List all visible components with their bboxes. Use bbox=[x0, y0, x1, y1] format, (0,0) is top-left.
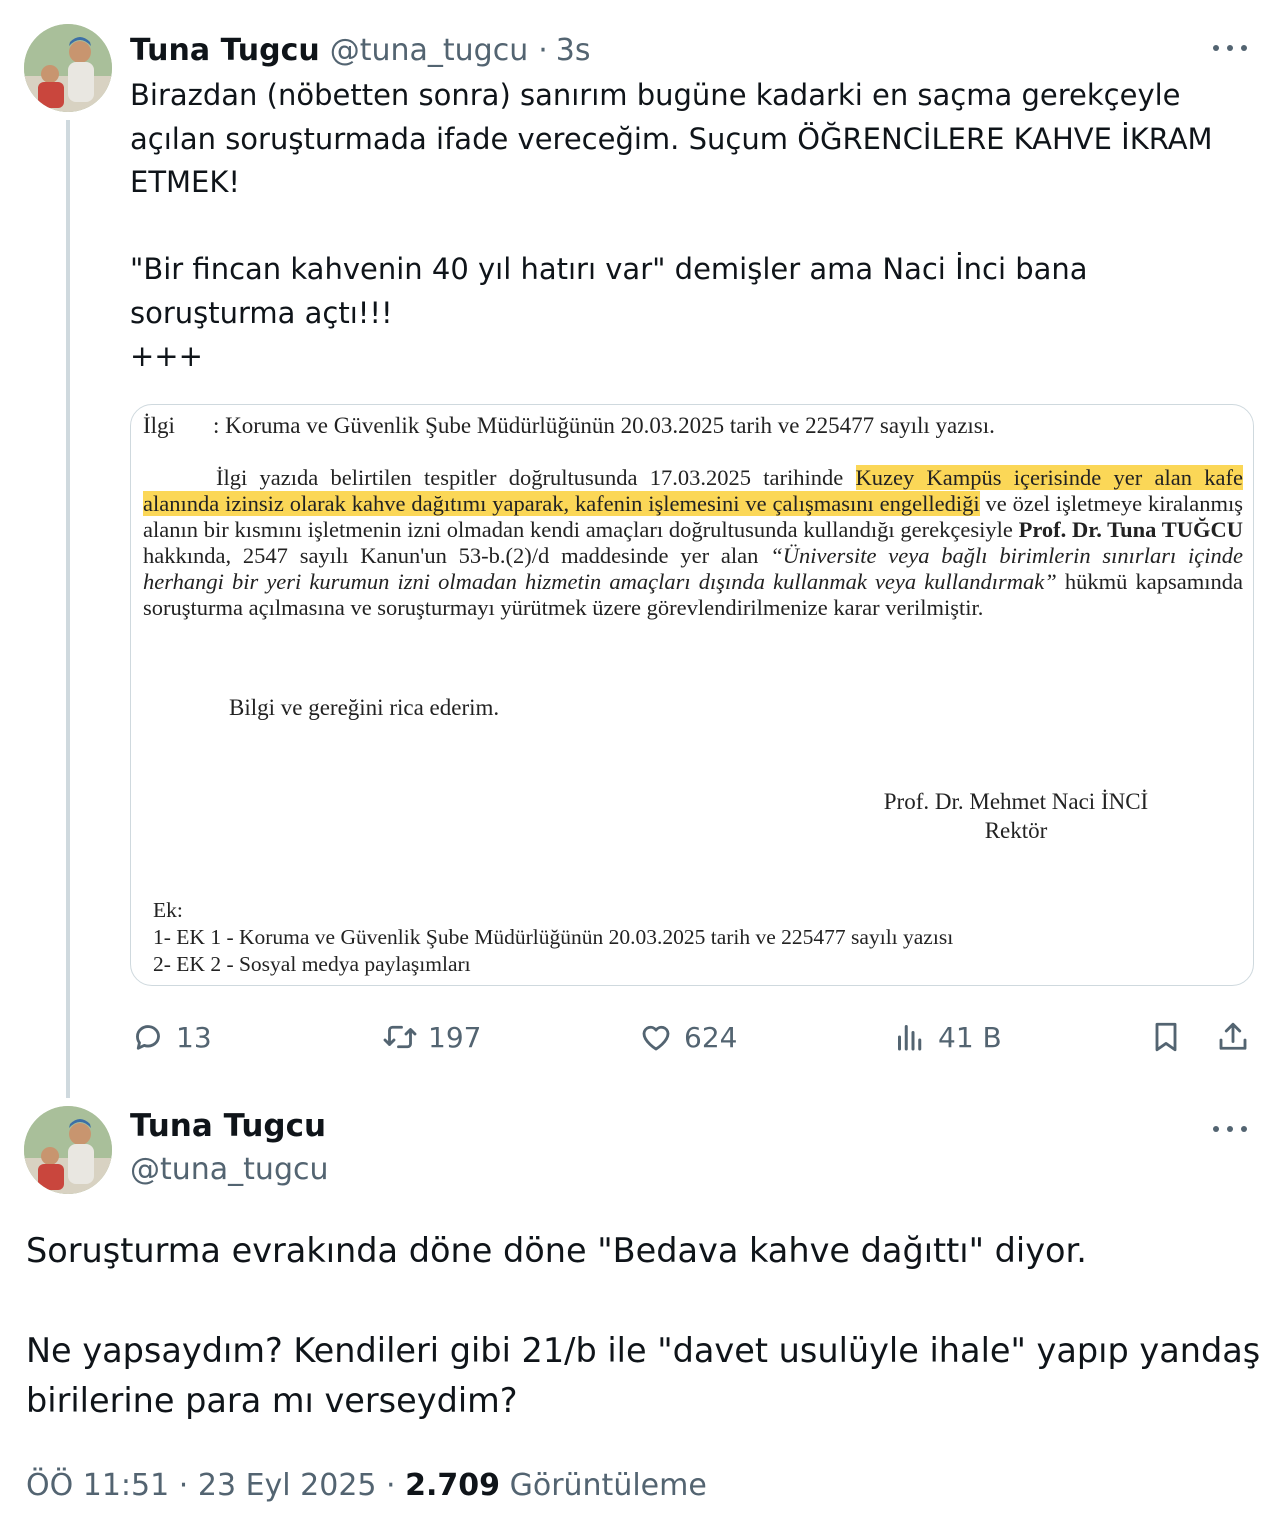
thread-line bbox=[66, 120, 70, 1098]
like-count: 624 bbox=[684, 1020, 738, 1054]
doc-body-part3: hakkında, 2547 sayılı Kanun'un 53-b.(2)/… bbox=[143, 543, 771, 568]
reply-button[interactable]: 13 bbox=[130, 1014, 212, 1060]
tweet-meta: ÖÖ 11:51 · 23 Eyl 2025 · 2.709 Görüntüle… bbox=[26, 1468, 707, 1503]
tweet-time[interactable]: 3s bbox=[556, 33, 591, 68]
attachments-label: Ek: bbox=[153, 898, 183, 922]
avatar[interactable] bbox=[24, 1106, 112, 1194]
retweet-icon bbox=[383, 1025, 417, 1049]
author-handle[interactable]: @tuna_tugcu bbox=[130, 1152, 329, 1187]
doc-attachments: Ek: 1- EK 1 - Koruma ve Güvenlik Şube Mü… bbox=[153, 897, 953, 978]
tweet-time[interactable]: ÖÖ 11:51 bbox=[26, 1468, 169, 1503]
doc-body-name: Prof. Dr. Tuna TUĞCU bbox=[1018, 517, 1243, 542]
more-icon[interactable] bbox=[1210, 1119, 1250, 1139]
attachment-item: 1- EK 1 - Koruma ve Güvenlik Şube Müdürl… bbox=[153, 925, 954, 949]
author-name[interactable]: Tuna Tugcu bbox=[130, 33, 320, 68]
tweet-actions: 13 197 624 41 B bbox=[130, 1014, 1260, 1060]
reply-count: 13 bbox=[176, 1020, 212, 1054]
signer-name: Prof. Dr. Mehmet Naci İNCİ bbox=[883, 789, 1149, 814]
separator: · bbox=[386, 1468, 396, 1503]
views-count: 41 B bbox=[938, 1020, 1002, 1054]
heart-icon bbox=[642, 1025, 670, 1051]
bookmark-button[interactable] bbox=[1148, 1014, 1184, 1060]
tweet-text: Soruşturma evrakında döne döne "Bedava k… bbox=[26, 1231, 1261, 1420]
author-handle[interactable]: @tuna_tugcu bbox=[330, 33, 529, 68]
analytics-icon bbox=[898, 1025, 922, 1051]
doc-body: İlgi yazıda belirtilen tespitler doğrult… bbox=[143, 465, 1243, 621]
retweet-count: 197 bbox=[428, 1020, 482, 1054]
doc-signature: Prof. Dr. Mehmet Naci İNCİ Rektör bbox=[871, 787, 1161, 845]
share-icon bbox=[1219, 1022, 1247, 1050]
signer-title: Rektör bbox=[984, 818, 1048, 843]
document-image[interactable]: İlgi : Koruma ve Güvenlik Şube Müdürlüğün… bbox=[130, 404, 1254, 986]
separator: · bbox=[538, 32, 548, 68]
separator: · bbox=[178, 1468, 189, 1503]
more-icon[interactable] bbox=[1210, 38, 1250, 58]
retweet-button[interactable]: 197 bbox=[382, 1014, 481, 1060]
author-name[interactable]: Tuna Tugcu bbox=[130, 1108, 326, 1144]
share-button[interactable] bbox=[1215, 1014, 1251, 1060]
doc-closing: Bilgi ve gereğini rica ederim. bbox=[229, 695, 500, 720]
avatar-photo bbox=[24, 24, 112, 112]
tweet-text: Birazdan (nöbetten sonra) sanırım bugüne… bbox=[130, 78, 1213, 373]
tweet-date[interactable]: 23 Eyl 2025 bbox=[198, 1468, 377, 1503]
doc-reference-label: İlgi bbox=[143, 413, 175, 438]
views-button[interactable]: 41 B bbox=[892, 1014, 1002, 1060]
views-label: Görüntüleme bbox=[509, 1468, 707, 1503]
avatar-photo bbox=[24, 1106, 112, 1194]
bookmark-icon bbox=[1155, 1022, 1177, 1052]
reply-icon bbox=[136, 1025, 160, 1050]
doc-body-part1: İlgi yazıda belirtilen tespitler doğrult… bbox=[216, 465, 856, 490]
views-count: 2.709 bbox=[405, 1468, 501, 1503]
tweet-header: Tuna Tugcu @tuna_tugcu · 3s bbox=[130, 28, 591, 72]
attachment-item: 2- EK 2 - Sosyal medya paylaşımları bbox=[153, 952, 471, 976]
doc-reference: İlgi : Koruma ve Güvenlik Şube Müdürlüğün… bbox=[143, 413, 995, 439]
doc-reference-text: : Koruma ve Güvenlik Şube Müdürlüğünün 2… bbox=[213, 413, 995, 438]
avatar[interactable] bbox=[24, 24, 112, 112]
like-button[interactable]: 624 bbox=[638, 1014, 737, 1060]
